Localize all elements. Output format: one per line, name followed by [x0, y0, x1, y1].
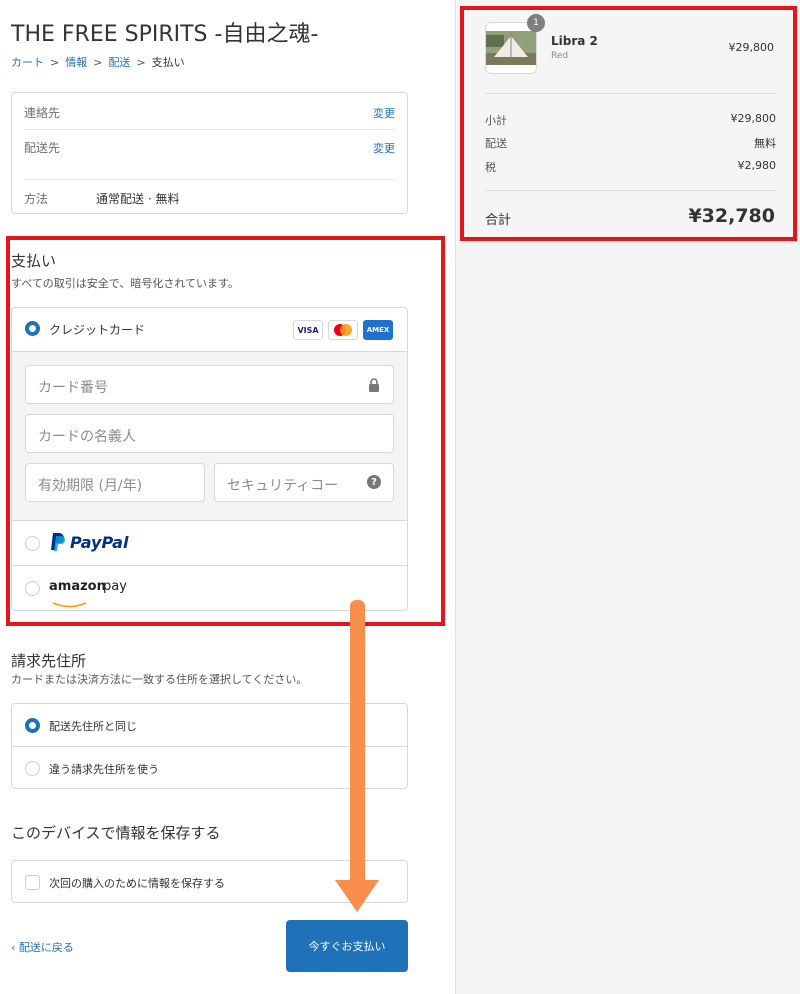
billing-address-options: 配送先住所と同じ 違う請求先住所を使う — [11, 703, 408, 789]
breadcrumb-info[interactable]: 情報 — [65, 54, 87, 70]
pay-now-button[interactable]: 今すぐお支払い — [286, 920, 408, 972]
store-title[interactable]: THE FREE SPIRITS -自由之魂- — [11, 16, 318, 48]
review-shipto-row: 配送先 変更 — [24, 139, 395, 156]
billing-same-radio[interactable] — [25, 718, 40, 733]
shipto-label: 配送先 — [24, 141, 61, 155]
contact-label: 連絡先 — [24, 106, 61, 120]
contact-change-link[interactable]: 変更 — [373, 105, 395, 121]
billing-different-radio[interactable] — [25, 761, 40, 776]
billing-title: 請求先住所 — [11, 652, 87, 670]
billing-same-label: 配送先住所と同じ — [49, 720, 137, 733]
breadcrumb-payment: 支払い — [151, 56, 185, 69]
shipto-change-link[interactable]: 変更 — [373, 140, 395, 156]
method-value: 通常配送 · 無料 — [96, 192, 180, 206]
chevron-right-icon: > — [93, 55, 103, 69]
back-to-shipping-link[interactable]: ‹ 配送に戻る — [11, 939, 74, 955]
payment-highlight-box — [6, 236, 445, 626]
breadcrumb: カート > 情報 > 配送 > 支払い — [11, 54, 185, 70]
arrow-down-icon — [335, 880, 379, 912]
chevron-right-icon: > — [50, 55, 60, 69]
divider — [24, 179, 395, 180]
review-method-row: 方法 通常配送 · 無料 — [24, 190, 395, 207]
summary-highlight-box — [460, 6, 797, 241]
review-contact-row: 連絡先 変更 — [24, 104, 395, 121]
review-box: 連絡先 変更 配送先 変更 方法 通常配送 · 無料 — [11, 92, 408, 214]
save-info-checkbox[interactable] — [25, 875, 40, 890]
arrow-annotation — [350, 600, 365, 888]
billing-same-option[interactable]: 配送先住所と同じ — [12, 704, 407, 746]
billing-different-option[interactable]: 違う請求先住所を使う — [12, 747, 407, 790]
save-info-title: このデバイスで情報を保存する — [11, 824, 221, 842]
save-info-label: 次回の購入のために情報を保存する — [49, 877, 225, 890]
breadcrumb-shipping[interactable]: 配送 — [108, 54, 130, 70]
method-label: 方法 — [24, 192, 49, 206]
divider — [24, 129, 395, 130]
billing-subtitle: カードまたは決済方法に一致する住所を選択してください。 — [11, 673, 308, 686]
billing-different-label: 違う請求先住所を使う — [49, 763, 159, 776]
breadcrumb-cart[interactable]: カート — [11, 54, 44, 70]
checkout-main: THE FREE SPIRITS -自由之魂- カート > 情報 > 配送 > … — [0, 0, 455, 994]
chevron-right-icon: > — [136, 55, 146, 69]
